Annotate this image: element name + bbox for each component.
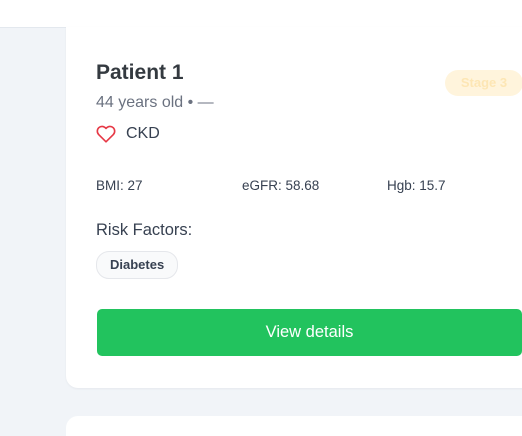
risk-factor-chip: Diabetes [96,251,179,279]
stage-badge: Stage 3 [445,70,522,96]
logo-icon [78,0,198,8]
condition-row: CKD [96,124,160,144]
bmi-value: BMI: 27 [96,178,143,193]
heart-icon [96,125,116,143]
egfr-value: eGFR: 58.68 [242,178,320,193]
next-patient-card [66,416,522,436]
condition-label: CKD [126,125,160,142]
patient-card: Patient 1 44 years old • — Stage 3 CKD B… [66,27,522,388]
patient-age-line: 44 years old • — [96,94,214,111]
top-bar [0,0,522,28]
risk-factors-title: Risk Factors: [96,221,193,239]
patient-name: Patient 1 [96,61,184,84]
hgb-value: Hgb: 15.7 [387,178,446,193]
view-details-button[interactable]: View details [97,309,522,356]
